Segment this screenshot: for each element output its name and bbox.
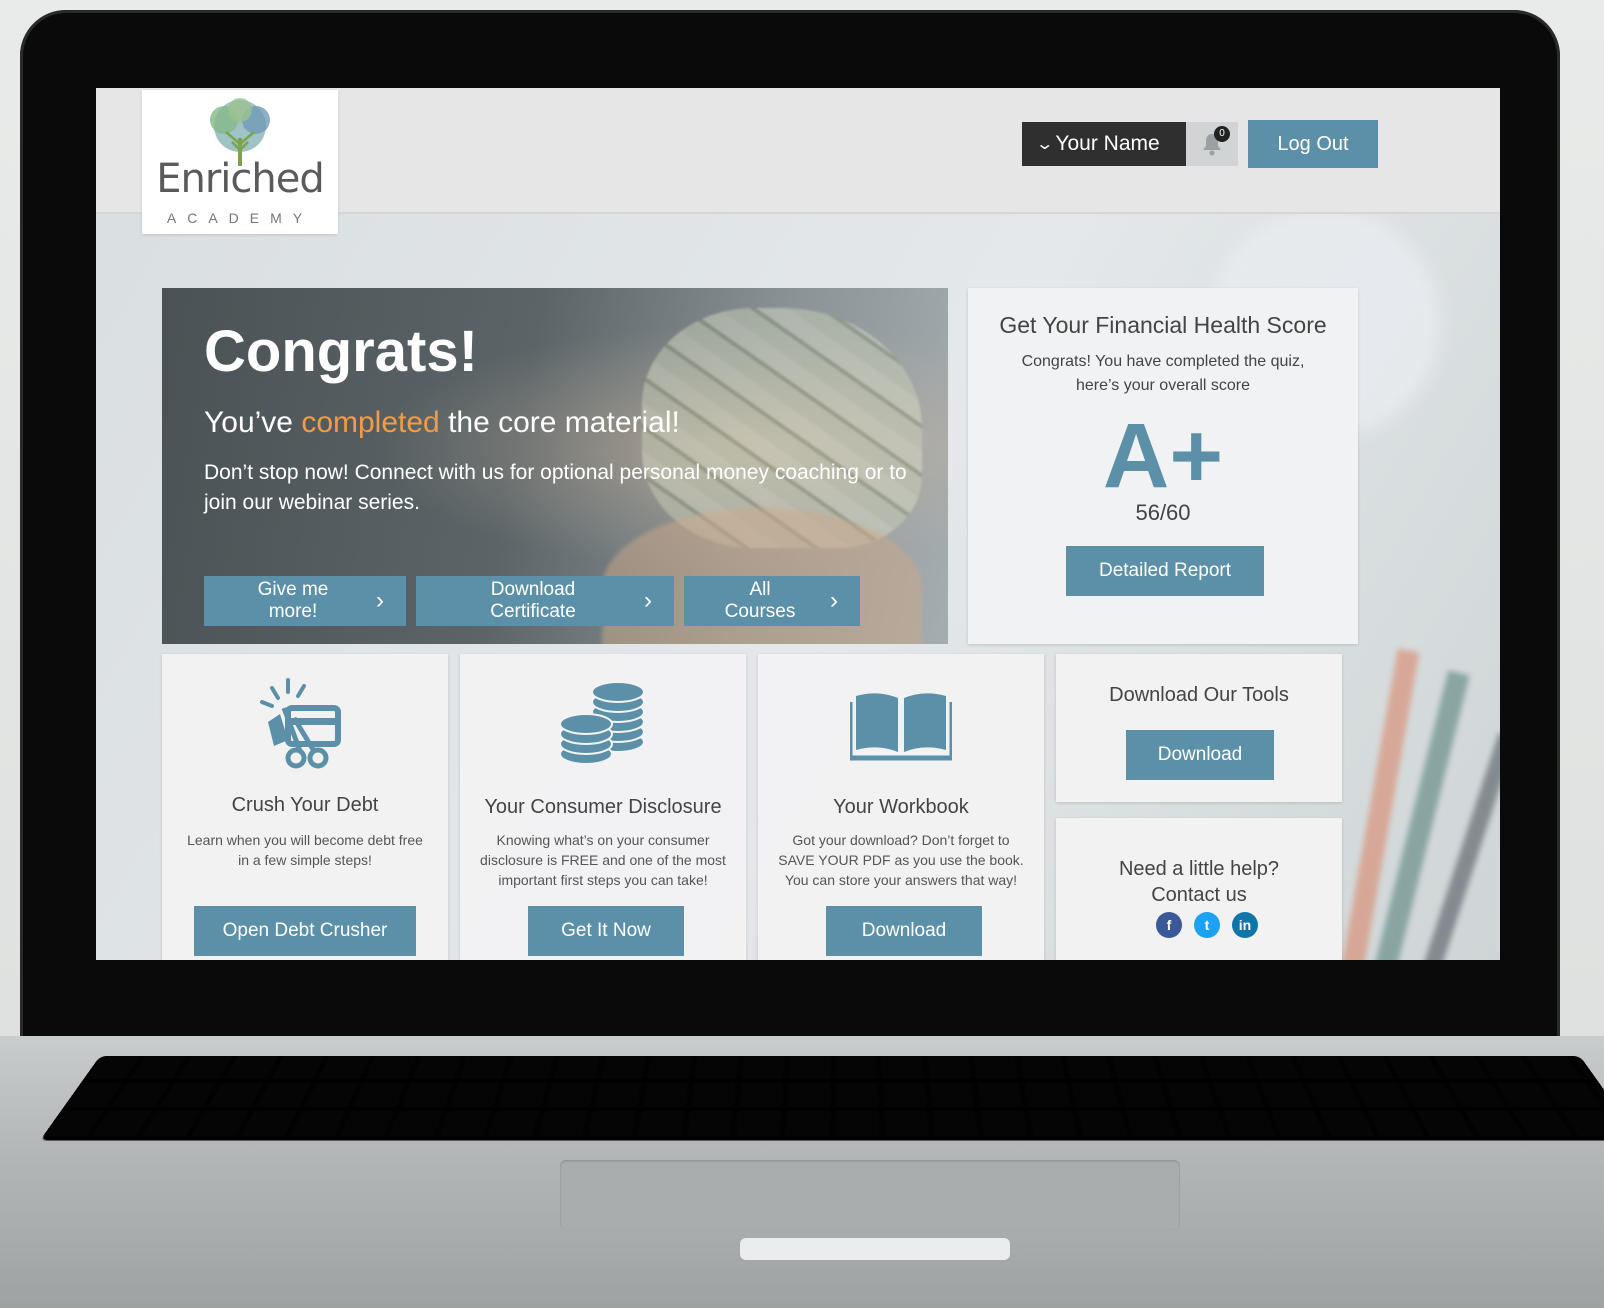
give-me-more-button[interactable]: Give me more! › [204, 576, 406, 626]
score-grade: A+ [1102, 405, 1224, 507]
download-certificate-button[interactable]: Download Certificate › [416, 576, 674, 626]
card-title: Your Consumer Disclosure [484, 796, 722, 818]
hero-congrats-banner: Congrats! You’ve completed the core mate… [162, 288, 948, 644]
all-courses-button[interactable]: All Courses › [684, 576, 860, 626]
chevron-right-icon: › [830, 587, 838, 614]
book-icon [850, 693, 952, 761]
chevron-down-icon: ⌄ [1035, 136, 1055, 153]
give-me-more-label: Give me more! [257, 579, 329, 622]
card-title: Your Workbook [833, 796, 969, 818]
get-it-now-button[interactable]: Get It Now [528, 906, 684, 956]
user-name: Your Name [1055, 132, 1160, 155]
download-tools-button[interactable]: Download [1126, 730, 1274, 780]
hero-title: Congrats! [204, 319, 478, 384]
hero-subtitle-start: You’ve [204, 406, 302, 439]
download-tools-card: Download Our Tools Download [1056, 654, 1342, 802]
hero-description: Don’t stop now! Connect with us for opti… [204, 461, 907, 514]
facebook-icon[interactable]: f [1156, 912, 1182, 938]
workbook-download-button[interactable]: Download [826, 906, 982, 956]
user-menu-dropdown[interactable]: ⌄ Your Name [1022, 122, 1186, 166]
consumer-disclosure-card: Your Consumer Disclosure Knowing what’s … [460, 654, 746, 960]
all-courses-label: All Courses [724, 579, 796, 622]
brand-name: Enriched [156, 156, 325, 202]
card-title: Crush Your Debt [231, 794, 379, 816]
open-debt-crusher-button[interactable]: Open Debt Crusher [194, 906, 416, 956]
social-links: f t in [1156, 912, 1258, 938]
score-value: 56/60 [1135, 500, 1191, 525]
card-description: Learn when you will become debt free in … [187, 832, 423, 868]
card-description: Knowing what’s on your consumer disclosu… [480, 832, 726, 888]
linkedin-icon[interactable]: in [1232, 912, 1258, 938]
notification-count-badge: 0 [1214, 126, 1230, 142]
laptop-keyboard [40, 1056, 1604, 1141]
crush-debt-card: Crush Your Debt Learn when you will beco… [162, 654, 448, 960]
download-certificate-label: Download Certificate [490, 579, 576, 622]
workbook-card: Your Workbook Got your download? Don’t f… [758, 654, 1044, 960]
laptop-trackpad [560, 1160, 1180, 1230]
hero-subtitle-end: the core material! [439, 406, 680, 439]
laptop-screen: ⌄ Your Name 0 Log Out Enriched ACADEMY C… [96, 88, 1500, 960]
notification-button[interactable]: 0 [1186, 122, 1238, 166]
contact-us-link[interactable]: Contact us [1056, 884, 1342, 907]
score-card-description: Congrats! You have completed the quiz, h… [1021, 353, 1305, 394]
chevron-right-icon: › [644, 587, 652, 614]
hero-subtitle-accent: completed [301, 406, 440, 439]
detailed-report-button[interactable]: Detailed Report [1066, 546, 1264, 596]
financial-health-score-card: Get Your Financial Health Score Congrats… [968, 288, 1358, 644]
logout-button[interactable]: Log Out [1248, 120, 1378, 168]
hero-subtitle: You’ve completed the core material! [204, 406, 680, 440]
twitter-icon[interactable]: t [1194, 912, 1220, 938]
scissors-credit-card-icon [260, 678, 341, 769]
help-contact-card: Need a little help? Contact us f t in [1056, 818, 1342, 960]
help-title: Need a little help? [1118, 858, 1280, 880]
laptop-front-notch [740, 1238, 1010, 1260]
brand-subtitle: ACADEMY [166, 210, 314, 226]
coins-icon [559, 681, 645, 765]
score-card-title: Get Your Financial Health Score [999, 312, 1327, 338]
chevron-right-icon: › [376, 587, 384, 614]
enriched-academy-logo[interactable]: Enriched ACADEMY [142, 90, 338, 234]
card-title: Download Our Tools [1109, 684, 1289, 706]
card-description: Got your download? Don’t forget to SAVE … [778, 832, 1024, 888]
